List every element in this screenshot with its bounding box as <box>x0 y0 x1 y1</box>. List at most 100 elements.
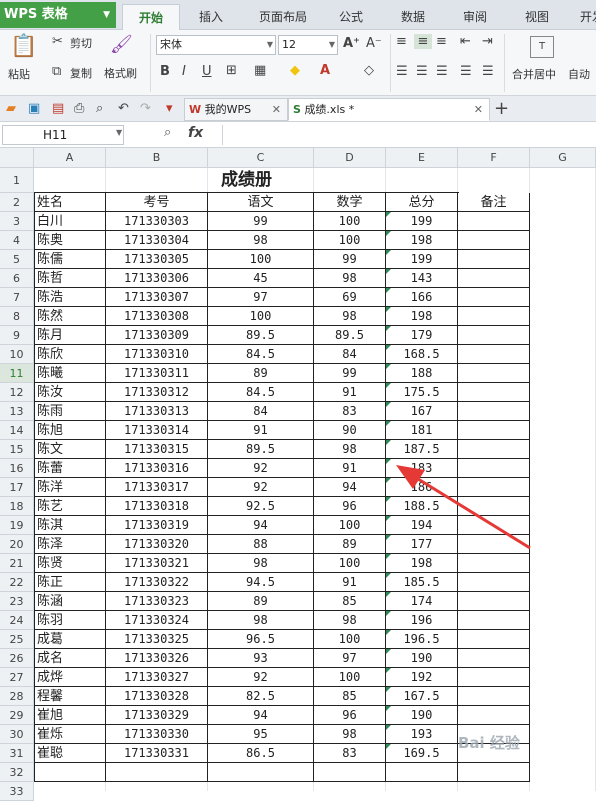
table-cell[interactable]: 89.5 <box>208 326 314 345</box>
row-header[interactable]: 29 <box>0 706 34 725</box>
close-icon[interactable]: ✕ <box>474 99 483 121</box>
column-header[interactable]: C <box>208 148 314 168</box>
redo-icon[interactable]: ↷ <box>140 101 151 116</box>
table-cell[interactable]: 171330310 <box>106 345 208 364</box>
header-cell[interactable]: 语文 <box>208 193 314 212</box>
table-cell[interactable]: 199 <box>386 250 458 269</box>
align-bottom-icon[interactable]: ≡ <box>436 34 447 49</box>
table-cell[interactable]: 94 <box>208 706 314 725</box>
table-cell[interactable]: 193 <box>386 725 458 744</box>
table-cell[interactable] <box>458 706 530 725</box>
table-cell[interactable] <box>458 440 530 459</box>
table-cell[interactable]: 94 <box>208 516 314 535</box>
cut-button[interactable]: 剪切 <box>70 35 92 51</box>
table-cell[interactable]: 82.5 <box>208 687 314 706</box>
table-cell[interactable]: 84.5 <box>208 345 314 364</box>
table-cell[interactable]: 168.5 <box>386 345 458 364</box>
sheet-title[interactable]: 成绩册 <box>34 168 459 193</box>
merge-icon[interactable]: T <box>530 36 554 58</box>
header-cell[interactable]: 考号 <box>106 193 208 212</box>
row-header[interactable]: 25 <box>0 630 34 649</box>
table-cell[interactable]: 175.5 <box>386 383 458 402</box>
font-size-select[interactable]: 12 ▼ <box>278 35 338 55</box>
chevron-down-icon[interactable]: ▼ <box>116 128 122 137</box>
row-header[interactable]: 21 <box>0 554 34 573</box>
table-cell[interactable]: 100 <box>314 554 386 573</box>
table-cell[interactable]: 99 <box>314 364 386 383</box>
table-cell[interactable]: 崔聪 <box>34 744 106 763</box>
border-icon[interactable]: ⊞ <box>226 63 237 78</box>
table-cell[interactable]: 171330331 <box>106 744 208 763</box>
undo-icon[interactable]: ↶ <box>118 101 129 116</box>
column-header[interactable]: A <box>34 148 106 168</box>
increase-font-icon[interactable]: A⁺ <box>343 36 360 51</box>
table-cell[interactable]: 94 <box>314 478 386 497</box>
formula-input[interactable] <box>222 125 592 145</box>
table-cell[interactable] <box>458 478 530 497</box>
table-cell[interactable]: 179 <box>386 326 458 345</box>
row-header[interactable]: 31 <box>0 744 34 763</box>
table-cell[interactable]: 100 <box>208 307 314 326</box>
table-cell[interactable]: 89 <box>314 535 386 554</box>
fill-color-icon[interactable]: ◆ <box>290 63 300 78</box>
table-cell[interactable]: 97 <box>314 649 386 668</box>
align-left-icon[interactable]: ☰ <box>396 64 408 79</box>
table-cell[interactable]: 陈羽 <box>34 611 106 630</box>
table-cell[interactable]: 陈蕾 <box>34 459 106 478</box>
table-cell[interactable]: 85 <box>314 592 386 611</box>
table-cell[interactable]: 171330313 <box>106 402 208 421</box>
table-cell[interactable]: 171330308 <box>106 307 208 326</box>
distributed-icon[interactable]: ☰ <box>482 64 494 79</box>
table-cell[interactable]: 188 <box>386 364 458 383</box>
table-cell[interactable] <box>458 630 530 649</box>
table-cell[interactable]: 198 <box>386 231 458 250</box>
row-header[interactable]: 27 <box>0 668 34 687</box>
row-header[interactable]: 16 <box>0 459 34 478</box>
table-cell[interactable]: 陈汝 <box>34 383 106 402</box>
table-cell[interactable] <box>458 763 530 782</box>
table-cell[interactable]: 171330327 <box>106 668 208 687</box>
table-cell[interactable]: 171330303 <box>106 212 208 231</box>
row-header[interactable]: 23 <box>0 592 34 611</box>
table-cell[interactable] <box>458 402 530 421</box>
table-cell[interactable]: 94.5 <box>208 573 314 592</box>
align-center-icon[interactable]: ☰ <box>416 64 428 79</box>
column-header[interactable]: G <box>530 148 596 168</box>
table-cell[interactable]: 96.5 <box>208 630 314 649</box>
table-cell[interactable]: 83 <box>314 402 386 421</box>
row-header[interactable]: 5 <box>0 250 34 269</box>
column-header[interactable]: F <box>458 148 530 168</box>
tab-view[interactable]: 视图 <box>514 4 560 30</box>
row-header[interactable]: 9 <box>0 326 34 345</box>
zoom-icon[interactable]: ⌕ <box>164 125 171 140</box>
font-family-select[interactable]: 宋体 ▼ <box>156 35 276 55</box>
table-cell[interactable]: 171330304 <box>106 231 208 250</box>
row-header[interactable]: 14 <box>0 421 34 440</box>
table-cell[interactable]: 陈奥 <box>34 231 106 250</box>
table-cell[interactable]: 91 <box>314 573 386 592</box>
wps-logo-button[interactable]: WPS 表格 ▼ <box>0 2 116 28</box>
table-cell[interactable]: 陈然 <box>34 307 106 326</box>
tab-developer[interactable]: 开发 <box>572 4 596 30</box>
table-cell[interactable]: 100 <box>314 516 386 535</box>
table-cell[interactable]: 陈泽 <box>34 535 106 554</box>
table-cell[interactable]: 91 <box>208 421 314 440</box>
copy-button[interactable]: 复制 <box>70 65 92 81</box>
table-cell[interactable]: 198 <box>386 307 458 326</box>
table-cell[interactable]: 98 <box>208 554 314 573</box>
row-header[interactable]: 7 <box>0 288 34 307</box>
tab-review[interactable]: 审阅 <box>452 4 498 30</box>
clear-format-icon[interactable]: ◇ <box>364 63 374 78</box>
indent-decrease-icon[interactable]: ⇤ <box>460 34 471 49</box>
table-cell[interactable]: 陈雨 <box>34 402 106 421</box>
table-cell[interactable]: 190 <box>386 649 458 668</box>
header-cell[interactable]: 总分 <box>386 193 458 212</box>
table-cell[interactable]: 183 <box>386 459 458 478</box>
italic-icon[interactable]: I <box>182 64 186 79</box>
merge-center-button[interactable]: 合并居中 <box>512 66 556 82</box>
table-cell[interactable] <box>458 573 530 592</box>
table-cell[interactable]: 86.5 <box>208 744 314 763</box>
scissors-icon[interactable]: ✂ <box>52 34 63 49</box>
table-cell[interactable]: 98 <box>314 725 386 744</box>
table-cell[interactable]: 69 <box>314 288 386 307</box>
